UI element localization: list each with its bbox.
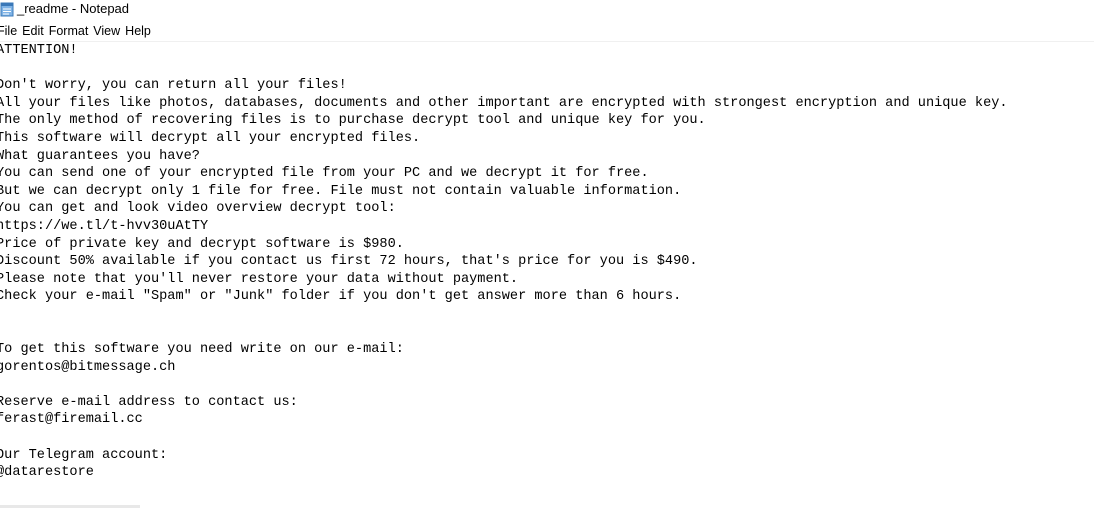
notepad-window: _readme - Notepad File Edit Format View …	[0, 0, 1094, 508]
text-line: The only method of recovering files is t…	[0, 113, 706, 129]
text-line	[0, 306, 1094, 324]
text-line: Don't worry, you can return all your fil…	[0, 78, 347, 94]
text-line: @datarestore	[0, 465, 94, 481]
notepad-icon	[0, 2, 14, 17]
menu-file[interactable]: File	[0, 24, 17, 41]
text-line: Check your e-mail "Spam" or "Junk" folde…	[0, 289, 682, 305]
text-line	[0, 324, 1094, 342]
text-line: Please note that you'll never restore yo…	[0, 271, 519, 287]
text-line: ferast@firemail.cc	[0, 412, 143, 428]
text-line: ATTENTION!	[0, 43, 78, 58]
text-line: You can get and look video overview decr…	[0, 201, 396, 217]
text-line: https://we.tl/t-hvv30uAtTY	[0, 218, 209, 234]
text-line: To get this software you need write on o…	[0, 342, 404, 358]
text-line: Price of private key and decrypt softwar…	[0, 236, 404, 252]
text-line: This software will decrypt all your encr…	[0, 130, 421, 146]
menu-bar: File Edit Format View Help	[0, 24, 156, 41]
menu-view[interactable]: View	[93, 24, 120, 41]
title-bar[interactable]: _readme - Notepad	[0, 0, 1094, 20]
text-line: Our Telegram account:	[0, 447, 168, 463]
text-editor[interactable]: ATTENTION! Don't worry, you can return al…	[0, 42, 1094, 502]
text-line: What guarantees you have?	[0, 148, 200, 164]
text-line	[0, 429, 1094, 447]
text-line: You can send one of your encrypted file …	[0, 166, 649, 182]
text-line: All your files like photos, databases, d…	[0, 95, 1008, 111]
text-line: But we can decrypt only 1 file for free.…	[0, 183, 682, 199]
text-line	[0, 376, 1094, 394]
text-line: gorentos@bitmessage.ch	[0, 359, 176, 375]
menu-edit[interactable]: Edit	[22, 24, 44, 41]
text-line: Reserve e-mail address to contact us:	[0, 394, 298, 410]
text-line	[0, 60, 1094, 78]
text-line: Discount 50% available if you contact us…	[0, 254, 698, 270]
menu-help[interactable]: Help	[125, 24, 151, 41]
menu-format[interactable]: Format	[49, 24, 89, 41]
window-title: _readme - Notepad	[17, 1, 130, 16]
